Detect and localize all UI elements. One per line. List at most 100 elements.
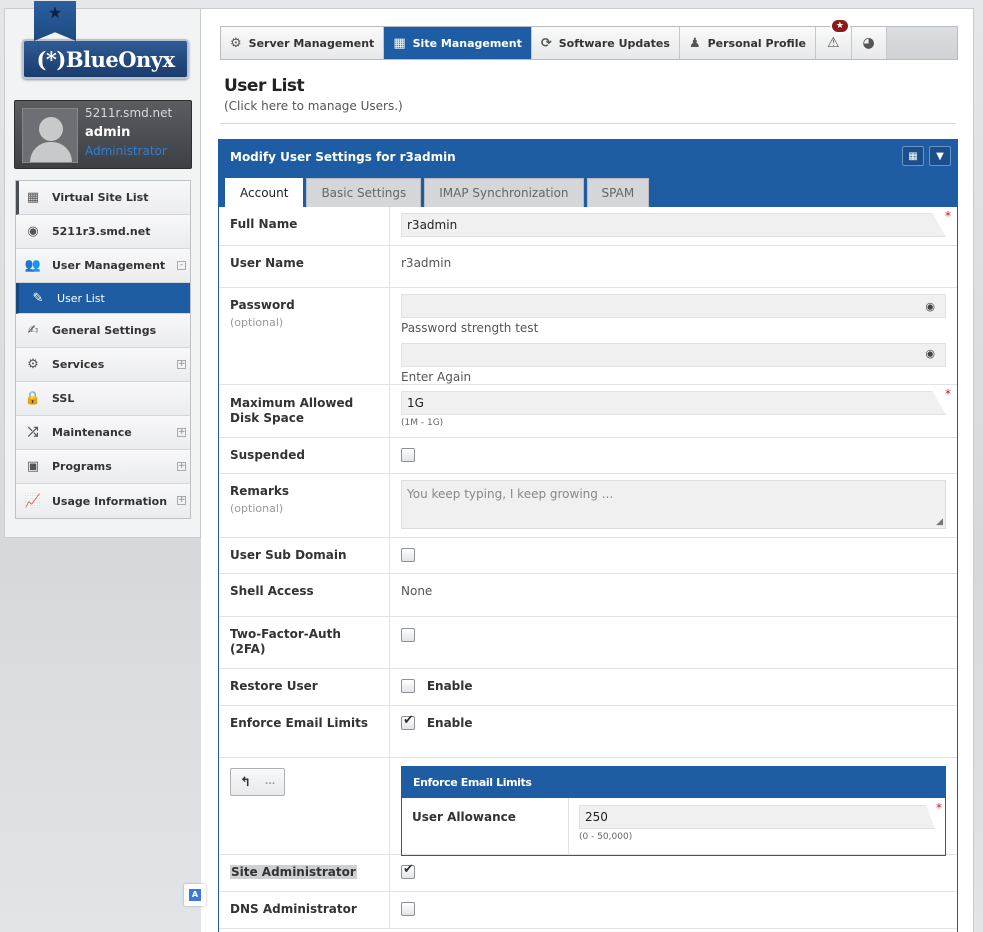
tab-basic-settings[interactable]: Basic Settings xyxy=(306,178,422,207)
user-name-cell: r3admin xyxy=(390,246,957,287)
user-role-link[interactable]: Administrator xyxy=(85,144,167,158)
row-two-factor: Two-Factor-Auth (2FA) xyxy=(219,617,957,669)
topnav-spacer xyxy=(886,27,957,59)
avatar[interactable] xyxy=(22,108,78,163)
tab-server-management[interactable]: ⚙ Server Management xyxy=(221,27,385,59)
remarks-textarea[interactable]: You keep typing, I keep growing ... ◢ xyxy=(401,480,946,529)
two-factor-label: Two-Factor-Auth (2FA) xyxy=(219,617,390,668)
enforce-email-label: Enforce Email Limits xyxy=(219,706,390,757)
eye-icon[interactable]: ◉ xyxy=(925,300,935,313)
password-input[interactable] xyxy=(401,294,946,318)
alerts-button[interactable]: ⚠ ★ xyxy=(816,18,852,59)
disk-space-hint: (1M - 1G) xyxy=(401,418,444,428)
chevron-down-icon[interactable]: ▼ xyxy=(929,146,951,166)
expand-icon[interactable]: + xyxy=(177,496,186,505)
sidebar-item-label: Maintenance xyxy=(52,426,132,439)
restore-user-cell: Enable xyxy=(390,669,957,705)
tab-imap-synchronization[interactable]: IMAP Synchronization xyxy=(424,178,584,207)
tab-label: Site Management xyxy=(412,36,522,50)
optional-hint: (optional) xyxy=(230,502,284,515)
user-sub-domain-checkbox[interactable] xyxy=(401,547,415,562)
password-again-text: Enter Again xyxy=(401,370,472,384)
required-star-icon: * xyxy=(945,387,951,401)
tab-software-updates[interactable]: ⟳ Software Updates xyxy=(532,27,680,59)
divider xyxy=(220,123,956,124)
password-cell: ◉ Password strength test ◉ Enter Again xyxy=(390,288,957,384)
collapse-icon[interactable]: - xyxy=(177,261,186,270)
resize-grip-icon[interactable]: ◢ xyxy=(936,517,943,527)
top-navigation: ⚙ Server Management ▦ Site Management ⟳ … xyxy=(220,18,958,60)
row-restore-user: Restore User Enable xyxy=(219,669,957,706)
sidebar-item-virtual-site-list[interactable]: ▦ Virtual Site List xyxy=(16,181,190,215)
shuffle-icon: ⤮ xyxy=(27,425,39,440)
disk-space-input[interactable]: 1G xyxy=(401,391,946,415)
logout-button[interactable]: ◕ xyxy=(852,27,887,59)
sidebar-item-label: User List xyxy=(57,291,105,305)
collapse-button[interactable]: ↰ ... xyxy=(230,768,285,796)
sidebar-item-user-list[interactable]: ✎ User List xyxy=(16,283,190,314)
collapse-cell: ↰ ... xyxy=(219,758,390,854)
password-again-input[interactable] xyxy=(401,343,946,367)
user-card: 5211r.smd.net admin Administrator xyxy=(14,100,192,169)
disk-space-label: Maximum Allowed Disk Space xyxy=(219,385,390,437)
user-allowance-input[interactable]: 250 xyxy=(579,805,935,829)
sidebar-item-general-settings[interactable]: ✍ General Settings xyxy=(16,314,190,348)
site-admin-checkbox[interactable] xyxy=(401,862,415,879)
user-sub-domain-label: User Sub Domain xyxy=(219,538,390,573)
tab-personal-profile[interactable]: ♟ Personal Profile xyxy=(680,27,816,59)
expand-icon[interactable]: + xyxy=(177,360,186,369)
remarks-label: Remarks (optional) xyxy=(219,474,390,537)
sidebar-menu: ▦ Virtual Site List ◉ 5211r3.smd.net 👥 U… xyxy=(15,180,191,519)
tab-label: Software Updates xyxy=(558,36,670,50)
restore-user-option[interactable]: Enable xyxy=(427,679,473,693)
suspended-checkbox[interactable] xyxy=(401,447,415,462)
sidebar-item-usage-information[interactable]: 📈 Usage Information + xyxy=(16,484,190,518)
collapse-dots: ... xyxy=(264,777,276,787)
user-name-value: r3admin xyxy=(401,256,452,270)
optional-hint: (optional) xyxy=(230,316,284,329)
enforce-email-option[interactable]: Enable xyxy=(427,716,473,730)
grid-icon[interactable]: ▦ xyxy=(902,146,924,166)
main-content: ⚙ Server Management ▦ Site Management ⟳ … xyxy=(201,8,974,932)
row-enforce-email: Enforce Email Limits Enable xyxy=(219,706,957,758)
expand-icon[interactable]: + xyxy=(177,428,186,437)
sidebar-item-site[interactable]: ◉ 5211r3.smd.net xyxy=(16,215,190,249)
user-allowance-label: User Allowance xyxy=(402,798,569,855)
sidebar-item-label: Virtual Site List xyxy=(52,191,149,204)
sidebar-item-services[interactable]: ⚙ Services + xyxy=(16,348,190,382)
sidebar-item-label: Programs xyxy=(52,460,112,473)
blueonyx-logo[interactable]: (*)BlueOnyx xyxy=(22,39,189,79)
gear-icon: ⚙ xyxy=(230,35,242,51)
sidebar-item-ssl[interactable]: 🔒 SSL xyxy=(16,382,190,416)
shell-access-cell: None xyxy=(390,574,957,616)
sidebar-item-label: User Management xyxy=(52,259,166,272)
page-subtitle-link[interactable]: (Click here to manage Users.) xyxy=(224,99,403,113)
alert-badge: ★ xyxy=(829,18,850,34)
eye-icon[interactable]: ◉ xyxy=(925,347,935,360)
restore-user-checkbox[interactable] xyxy=(401,678,415,693)
layout-icon: ▦ xyxy=(26,190,40,205)
site-admin-cell xyxy=(390,855,957,891)
dns-admin-checkbox[interactable] xyxy=(401,901,415,916)
full-name-input[interactable]: r3admin xyxy=(401,213,946,237)
two-factor-checkbox[interactable] xyxy=(401,627,415,642)
user-host: 5211r.smd.net xyxy=(85,106,173,120)
tab-account[interactable]: Account xyxy=(225,178,304,207)
enforce-email-checkbox[interactable] xyxy=(401,713,415,730)
panel-title: Modify User Settings for r3admin xyxy=(230,149,456,164)
required-star-icon: * xyxy=(945,209,951,223)
sidebar-item-programs[interactable]: ▣ Programs + xyxy=(16,450,190,484)
sidebar-item-label: SSL xyxy=(52,392,75,405)
full-name-cell: r3admin * xyxy=(390,207,957,245)
tab-spam[interactable]: SPAM xyxy=(586,178,650,207)
full-name-label: Full Name xyxy=(219,207,390,245)
sidebar-item-maintenance[interactable]: ⤮ Maintenance + xyxy=(16,416,190,450)
chart-icon: 📈 xyxy=(24,493,42,509)
translate-icon[interactable]: A xyxy=(184,884,206,906)
expand-icon[interactable]: + xyxy=(177,462,186,471)
row-disk-space: Maximum Allowed Disk Space 1G * (1M - 1G… xyxy=(219,385,957,438)
tab-site-management[interactable]: ▦ Site Management xyxy=(384,27,532,59)
enforce-email-cell: Enable xyxy=(390,706,957,757)
sidebar-item-user-management[interactable]: 👥 User Management - xyxy=(16,249,190,283)
edit-icon: ✍ xyxy=(27,323,39,338)
